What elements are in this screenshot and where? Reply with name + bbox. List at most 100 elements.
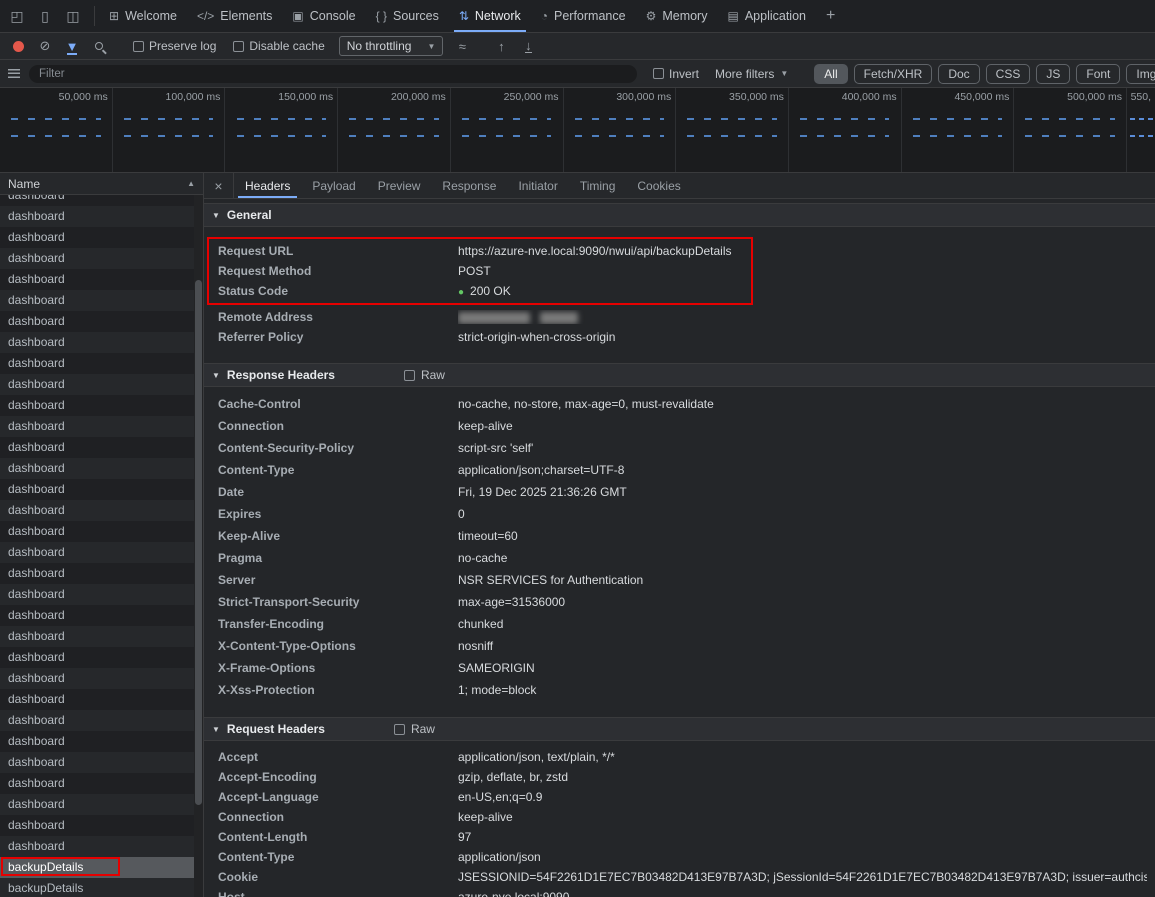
tab-console[interactable]: ▣Console xyxy=(282,0,365,32)
request-name: dashboard xyxy=(8,629,65,643)
tab-elements[interactable]: </>Elements xyxy=(187,0,282,32)
timeline-dashes xyxy=(800,135,889,137)
request-row-dashboard[interactable]: dashboard xyxy=(0,248,194,269)
scroll-up-icon[interactable]: ▲ xyxy=(187,179,195,188)
clear-network-log-icon[interactable]: ⊘ xyxy=(33,36,57,57)
request-row-dashboard[interactable]: dashboard xyxy=(0,521,194,542)
network-toolbar: ⊘ ▼ Preserve log Disable cache No thrott… xyxy=(0,33,1155,60)
request-name: dashboard xyxy=(8,230,65,244)
raw-checkbox-icon xyxy=(394,724,405,735)
header-value: no-cache xyxy=(458,551,1147,565)
more-tabs-button[interactable]: + xyxy=(816,0,845,32)
detail-tab-initiator[interactable]: Initiator xyxy=(507,173,568,198)
network-conditions-icon[interactable]: ≈ xyxy=(450,36,474,57)
request-row-dashboard[interactable]: dashboard xyxy=(0,794,194,815)
disable-cache-checkbox[interactable]: Disable cache xyxy=(233,39,324,53)
section-header-request-headers[interactable]: ▼Request HeadersRaw xyxy=(204,717,1155,741)
detail-tab-timing[interactable]: Timing xyxy=(569,173,627,198)
raw-toggle[interactable]: Raw xyxy=(404,368,445,382)
collapse-triangle-icon[interactable]: ▼ xyxy=(212,211,220,220)
filter-chip-css[interactable]: CSS xyxy=(986,64,1031,84)
preserve-log-checkbox[interactable]: Preserve log xyxy=(133,39,216,53)
request-row-dashboard[interactable]: dashboard xyxy=(0,290,194,311)
request-row-dashboard[interactable]: dashboard xyxy=(0,395,194,416)
header-value: no-cache, no-store, max-age=0, must-reva… xyxy=(458,397,1147,411)
filter-chip-all[interactable]: All xyxy=(814,64,847,84)
request-row-dashboard[interactable]: dashboard xyxy=(0,605,194,626)
device-toolbar-icon[interactable]: ▯ xyxy=(32,4,58,28)
close-details-icon[interactable]: × xyxy=(204,173,234,198)
collapse-triangle-icon[interactable]: ▼ xyxy=(212,725,220,734)
request-row-dashboard[interactable]: dashboard xyxy=(0,479,194,500)
filter-chip-doc[interactable]: Doc xyxy=(938,64,979,84)
network-overview-timeline[interactable]: 50,000 ms100,000 ms150,000 ms200,000 ms2… xyxy=(0,88,1155,173)
request-row-backupdetails[interactable]: backupDetails xyxy=(0,878,194,897)
section-header-general[interactable]: ▼General xyxy=(204,203,1155,227)
request-row-dashboard[interactable]: dashboard xyxy=(0,353,194,374)
request-row-dashboard[interactable]: dashboard xyxy=(0,416,194,437)
inspect-element-icon[interactable]: ◰ xyxy=(4,4,30,28)
request-row-dashboard[interactable]: dashboard xyxy=(0,206,194,227)
tab-sources[interactable]: { }Sources xyxy=(366,0,449,32)
filter-chip-fetch-xhr[interactable]: Fetch/XHR xyxy=(854,64,933,84)
record-button[interactable] xyxy=(6,36,30,57)
request-row-dashboard[interactable]: dashboard xyxy=(0,689,194,710)
request-row-dashboard[interactable]: dashboard xyxy=(0,710,194,731)
request-row-dashboard[interactable]: dashboard xyxy=(0,731,194,752)
request-row-dashboard[interactable]: dashboard xyxy=(0,668,194,689)
filter-funnel-icon[interactable]: ▼ xyxy=(60,36,84,57)
invert-checkbox[interactable]: Invert xyxy=(653,67,699,81)
request-row-dashboard[interactable]: dashboard xyxy=(0,584,194,605)
header-row: Transfer-Encodingchunked xyxy=(204,613,1155,635)
timeline-column: 350,000 ms xyxy=(676,88,789,172)
throttling-dropdown[interactable]: No throttling ▼ xyxy=(339,36,444,56)
timeline-dashes xyxy=(124,135,213,137)
import-har-icon[interactable]: ↑ xyxy=(489,36,513,57)
dock-panel-icon[interactable]: ◫ xyxy=(60,4,86,28)
detail-tab-cookies[interactable]: Cookies xyxy=(626,173,691,198)
export-har-icon[interactable]: ↓ xyxy=(516,36,540,57)
raw-toggle[interactable]: Raw xyxy=(394,722,435,736)
more-filters-dropdown[interactable]: More filters ▼ xyxy=(715,67,788,81)
request-name: dashboard xyxy=(8,587,65,601)
tab-performance[interactable]: ◔Performance xyxy=(531,0,636,32)
requests-column-header[interactable]: Name ▲ xyxy=(0,173,203,195)
scrollbar-thumb[interactable] xyxy=(195,280,202,805)
tab-network[interactable]: ⇅Network xyxy=(449,0,531,32)
filter-chip-img[interactable]: Img xyxy=(1126,64,1155,84)
request-row-dashboard[interactable]: dashboard xyxy=(0,332,194,353)
tab-welcome[interactable]: ⊞Welcome xyxy=(99,0,187,32)
detail-tab-preview[interactable]: Preview xyxy=(367,173,432,198)
search-icon[interactable] xyxy=(87,36,111,57)
filter-chip-js[interactable]: JS xyxy=(1036,64,1070,84)
request-row-dashboard[interactable]: dashboard xyxy=(0,374,194,395)
request-name: dashboard xyxy=(8,734,65,748)
filter-chip-font[interactable]: Font xyxy=(1076,64,1120,84)
request-row-dashboard[interactable]: dashboard xyxy=(0,437,194,458)
collapse-triangle-icon[interactable]: ▼ xyxy=(212,371,220,380)
request-row-dashboard[interactable]: dashboard xyxy=(0,542,194,563)
request-row-dashboard[interactable]: dashboard xyxy=(0,269,194,290)
request-row-dashboard[interactable]: dashboard xyxy=(0,836,194,857)
request-row-dashboard[interactable]: dashboard xyxy=(0,752,194,773)
request-name: dashboard xyxy=(8,377,65,391)
requests-scrollbar[interactable] xyxy=(194,195,203,897)
request-row-dashboard[interactable]: dashboard xyxy=(0,647,194,668)
request-row-dashboard[interactable]: dashboard xyxy=(0,815,194,836)
request-row-dashboard[interactable]: dashboard xyxy=(0,563,194,584)
section-header-response-headers[interactable]: ▼Response HeadersRaw xyxy=(204,363,1155,387)
request-row-dashboard[interactable]: dashboard xyxy=(0,626,194,647)
request-row-backupdetails[interactable]: backupDetails xyxy=(0,857,194,878)
request-row-dashboard[interactable]: dashboard xyxy=(0,195,194,206)
detail-tab-response[interactable]: Response xyxy=(431,173,507,198)
tab-application[interactable]: ▤Application xyxy=(717,0,816,32)
request-row-dashboard[interactable]: dashboard xyxy=(0,311,194,332)
tab-memory[interactable]: ⚙Memory xyxy=(636,0,718,32)
request-row-dashboard[interactable]: dashboard xyxy=(0,458,194,479)
filter-input[interactable] xyxy=(29,65,637,83)
detail-tab-headers[interactable]: Headers xyxy=(234,173,301,198)
request-row-dashboard[interactable]: dashboard xyxy=(0,773,194,794)
request-row-dashboard[interactable]: dashboard xyxy=(0,227,194,248)
detail-tab-payload[interactable]: Payload xyxy=(301,173,366,198)
request-row-dashboard[interactable]: dashboard xyxy=(0,500,194,521)
